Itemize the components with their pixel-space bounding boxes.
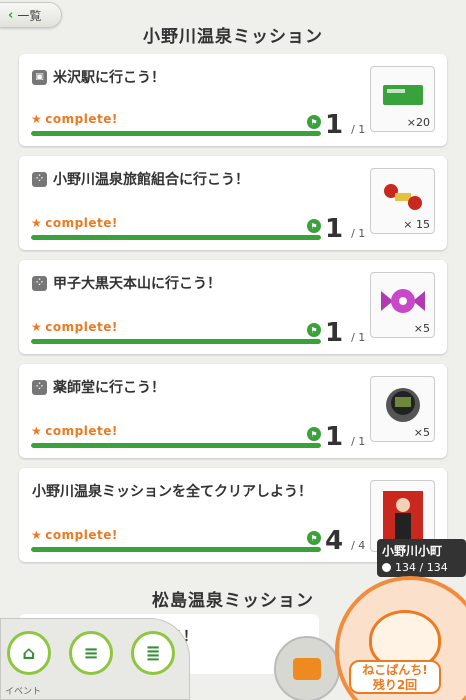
reward-qty: ×20 (406, 116, 430, 129)
grill-icon (386, 388, 420, 422)
ticket-icon (383, 85, 423, 105)
mission-list-icon[interactable]: ≡ (69, 631, 113, 675)
reward-item[interactable]: ×20 (370, 66, 435, 132)
progress-bar (31, 235, 321, 240)
neko-punch-line1: ねこぱんち! (362, 663, 428, 677)
reward-item[interactable]: ×5 (370, 272, 435, 338)
mission-status: complete! (45, 424, 118, 438)
star-icon: ★ (31, 320, 43, 334)
neko-punch-label[interactable]: ねこぱんち! 残り2回 (349, 660, 441, 694)
progress-total: / 1 (351, 435, 366, 448)
flag-icon: ⚑ (307, 323, 321, 337)
progress-bar (31, 547, 321, 552)
reward-qty: × 15 (403, 218, 430, 231)
neko-punch-line2: 残り2回 (372, 678, 418, 692)
flag-icon: ⚑ (307, 115, 321, 129)
mission-card[interactable]: ⁘ 甲子大黒天本山に行こう！ ★ complete! ⚑ 1 / 1 ×5 (19, 260, 447, 354)
progress-count: 1 (325, 318, 344, 348)
star-icon: ★ (31, 424, 43, 438)
bag-icon (293, 658, 321, 680)
mission-title: 小野川温泉旅館組合に行こう！ (53, 172, 249, 188)
bag-button[interactable] (274, 636, 340, 700)
train-icon: ▣ (32, 69, 47, 85)
event-label: イベント (5, 687, 42, 697)
progress-count: 4 (325, 526, 344, 556)
mission-title: 米沢駅に行こう！ (53, 70, 165, 86)
flag-icon: ⚑ (307, 427, 321, 441)
star-icon: ★ (31, 528, 43, 542)
mission-status: complete! (45, 216, 118, 230)
reward-item[interactable]: × 15 (370, 168, 435, 234)
reward-qty: ×5 (413, 322, 430, 335)
progress-bar (31, 443, 321, 448)
progress-total: / 1 (351, 331, 366, 344)
section-title-onogawa: 小野川温泉ミッション (143, 27, 323, 47)
heart-icon (382, 563, 391, 572)
star-icon: ★ (31, 112, 43, 126)
flag-icon: ⚑ (307, 531, 321, 545)
character-stat: 134 / 134 (395, 561, 448, 574)
star-icon: ★ (31, 216, 43, 230)
reward-qty: ×5 (413, 426, 430, 439)
reward-item[interactable]: ×5 (370, 376, 435, 442)
flag-icon: ⚑ (307, 219, 321, 233)
progress-bar (31, 131, 321, 136)
mission-title: 甲子大黒天本山に行こう！ (53, 276, 221, 292)
progress-total: / 4 (351, 539, 366, 552)
bottom-nav: ⌂ ≡ ≣ イベント (0, 618, 190, 700)
footprint-icon: ⁘ (32, 275, 47, 291)
back-label: 一覧 (17, 8, 42, 23)
chevron-left-icon: ‹ (8, 7, 14, 23)
mission-title: 小野川温泉ミッションを全てクリアしよう！ (32, 484, 312, 500)
mission-card[interactable]: ▣ 米沢駅に行こう！ ★ complete! ⚑ 1 / 1 ×20 (19, 54, 447, 146)
mission-card[interactable]: ⁘ 薬師堂に行こう！ ★ complete! ⚑ 1 / 1 ×5 (19, 364, 447, 458)
progress-total: / 1 (351, 227, 366, 240)
mission-status: complete! (45, 528, 118, 542)
progress-count: 1 (325, 422, 344, 452)
footprint-icon: ⁘ (32, 171, 47, 187)
mission-status: complete! (45, 112, 118, 126)
progress-total: / 1 (351, 123, 366, 136)
progress-count: 1 (325, 110, 344, 140)
home-icon[interactable]: ⌂ (7, 631, 51, 675)
mission-card[interactable]: ⁘ 小野川温泉旅館組合に行こう！ ★ complete! ⚑ 1 / 1 × 15 (19, 156, 447, 250)
progress-count: 1 (325, 214, 344, 244)
train-list-icon[interactable]: ≣ (131, 631, 175, 675)
ribbon-icon (384, 184, 422, 210)
character-name: 小野川小町 (382, 544, 443, 558)
footprint-icon: ⁘ (32, 379, 47, 395)
mission-title: 薬師堂に行こう！ (53, 380, 165, 396)
progress-bar (31, 339, 321, 344)
mission-status: complete! (45, 320, 118, 334)
character-badge: 小野川小町 134 / 134 (377, 539, 466, 577)
candy-icon (381, 289, 425, 313)
character-card-icon (383, 491, 423, 543)
